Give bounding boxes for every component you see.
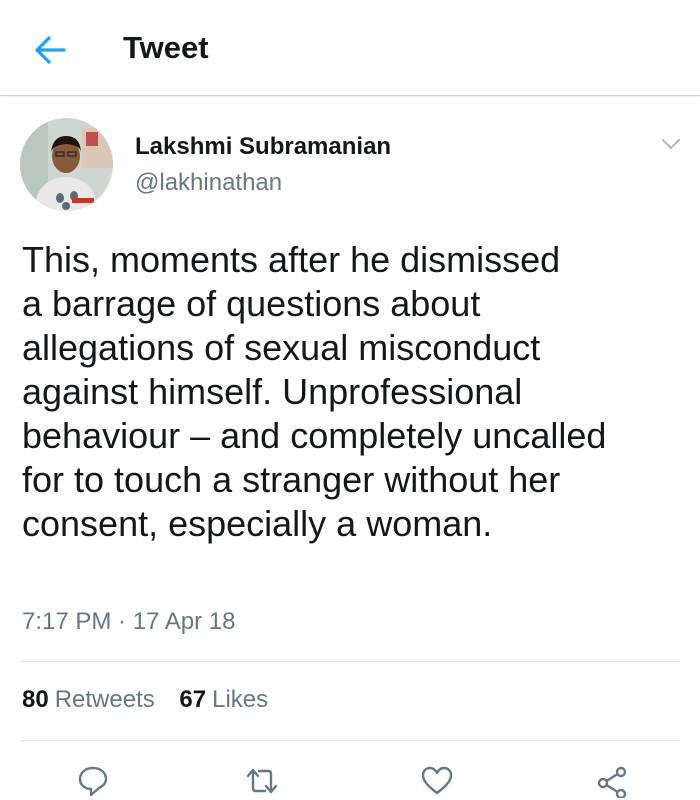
avatar[interactable] bbox=[20, 118, 113, 211]
retweets-count: 80 bbox=[22, 686, 49, 713]
top-app-bar: Tweet bbox=[0, 0, 700, 96]
divider bbox=[20, 661, 680, 662]
author-display-name[interactable]: Lakshmi Subramanian bbox=[135, 131, 391, 163]
retweets-stat[interactable]: 80 Retweets bbox=[22, 684, 155, 716]
tweet-text-line: allegations of sexual misconduct bbox=[22, 327, 541, 368]
reply-button[interactable] bbox=[76, 764, 110, 798]
tweet-timestamp: 7:17 PM · 17 Apr 18 bbox=[22, 608, 236, 635]
tweet-text-line: against himself. Unprofessional bbox=[22, 371, 523, 412]
likes-label: Likes bbox=[212, 686, 269, 713]
back-button[interactable] bbox=[30, 30, 70, 70]
tweet-text-line: for to touch a stranger without her bbox=[22, 459, 561, 500]
more-options-button[interactable] bbox=[660, 136, 682, 152]
likes-count: 67 bbox=[179, 686, 207, 713]
retweets-label: Retweets bbox=[54, 686, 155, 713]
share-icon bbox=[597, 766, 627, 798]
arrow-left-icon bbox=[35, 36, 66, 64]
chevron-down-icon bbox=[662, 139, 680, 149]
retweet-button[interactable] bbox=[245, 764, 279, 798]
author-handle[interactable]: @lakhinathan bbox=[135, 167, 282, 199]
tweet-text: This, moments after he dismissed a barra… bbox=[22, 238, 682, 546]
share-button[interactable] bbox=[595, 764, 629, 798]
tweet-text-line: This, moments after he dismissed bbox=[22, 239, 561, 280]
avatar-photo bbox=[20, 118, 113, 211]
heart-icon bbox=[421, 766, 453, 795]
tweet-stats: 80 Retweets 67 Likes bbox=[22, 684, 286, 716]
tweet-text-line: behaviour – and completely uncalled bbox=[22, 415, 607, 456]
page-title: Tweet bbox=[123, 30, 209, 65]
like-button[interactable] bbox=[420, 764, 454, 798]
likes-stat[interactable]: 67 Likes bbox=[179, 684, 268, 716]
tweet-text-line: consent, especially a woman. bbox=[22, 503, 493, 544]
divider bbox=[20, 740, 680, 741]
reply-icon bbox=[78, 766, 108, 797]
retweet-icon bbox=[246, 768, 278, 794]
tweet-text-line: a barrage of questions about bbox=[22, 283, 481, 324]
